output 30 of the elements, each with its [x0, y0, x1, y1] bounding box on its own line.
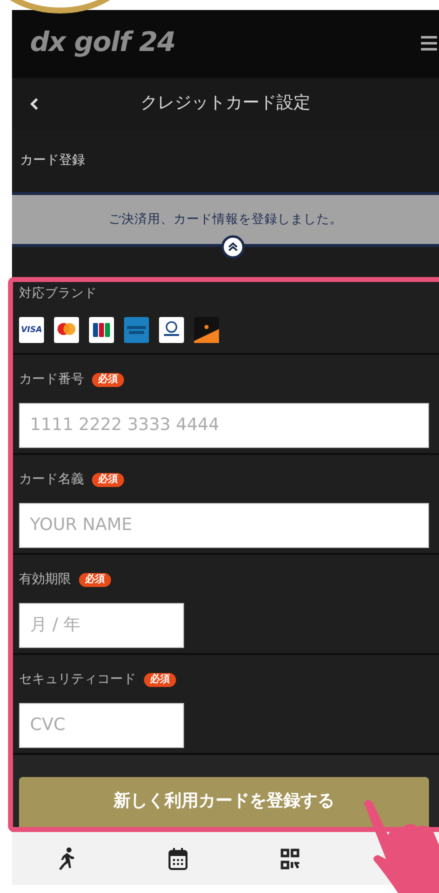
menu-icon[interactable] [421, 35, 437, 51]
required-badge: 必須 [92, 373, 124, 388]
field-label: 有効期限 [19, 571, 71, 590]
banded-card-icon [124, 316, 149, 343]
page-title: クレジットカード設定 [140, 92, 310, 116]
overlapping-circles-card-icon [54, 316, 79, 343]
back-icon[interactable] [29, 97, 39, 111]
running-person-icon[interactable] [58, 846, 76, 870]
section-title: カード登録 [20, 152, 85, 170]
calendar-icon[interactable] [168, 846, 188, 870]
field-label: 対応ブランド [19, 284, 98, 302]
required-badge: 必須 [79, 572, 111, 587]
input-field[interactable]: 月 / 年 [19, 602, 184, 648]
striped-card-icon [89, 316, 114, 343]
chevrons-up-icon[interactable] [221, 235, 245, 259]
input-field[interactable]: YOUR NAME [19, 502, 429, 548]
input-field[interactable]: CVC [19, 702, 184, 748]
register-card-button[interactable]: 新しく利用カードを登録する [19, 777, 429, 827]
qr-code-icon[interactable] [280, 848, 300, 870]
field-label: カード番号 [19, 371, 84, 390]
required-badge: 必須 [144, 672, 176, 687]
field-label: カード名義 [19, 471, 84, 490]
swoosh-card-icon [194, 316, 219, 343]
notice-message: ご決済用、カード情報を登録しました。 [108, 210, 342, 228]
visa-card-icon: VISA [19, 316, 44, 343]
circle-card-icon [159, 316, 184, 343]
required-badge: 必須 [92, 472, 124, 487]
logo: dx golf 24 [30, 26, 176, 60]
input-field[interactable]: 1111 2222 3333 4444 [19, 402, 429, 448]
field-label: セキュリティコード [19, 671, 136, 690]
